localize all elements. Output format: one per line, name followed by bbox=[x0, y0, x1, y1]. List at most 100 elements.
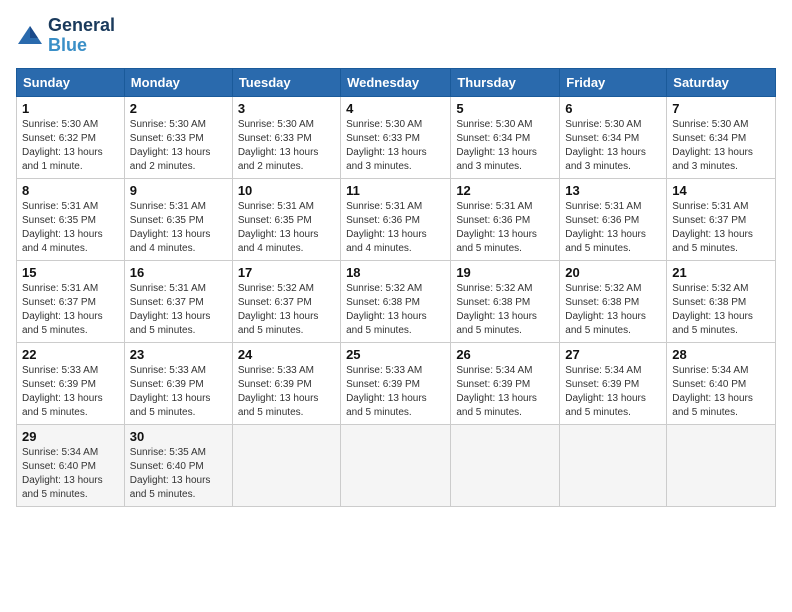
day-number: 5 bbox=[456, 101, 554, 116]
day-number: 26 bbox=[456, 347, 554, 362]
col-header-sunday: Sunday bbox=[17, 68, 125, 96]
col-header-tuesday: Tuesday bbox=[232, 68, 340, 96]
col-header-saturday: Saturday bbox=[667, 68, 776, 96]
day-number: 29 bbox=[22, 429, 119, 444]
cell-info: Sunrise: 5:33 AM Sunset: 6:39 PM Dayligh… bbox=[346, 364, 445, 420]
calendar-cell bbox=[667, 424, 776, 506]
cell-info: Sunrise: 5:30 AM Sunset: 6:33 PM Dayligh… bbox=[238, 118, 335, 174]
cell-info: Sunrise: 5:30 AM Sunset: 6:32 PM Dayligh… bbox=[22, 118, 119, 174]
calendar-week-4: 22 Sunrise: 5:33 AM Sunset: 6:39 PM Dayl… bbox=[17, 342, 776, 424]
cell-info: Sunrise: 5:33 AM Sunset: 6:39 PM Dayligh… bbox=[130, 364, 227, 420]
day-number: 21 bbox=[672, 265, 770, 280]
calendar-cell: 24 Sunrise: 5:33 AM Sunset: 6:39 PM Dayl… bbox=[232, 342, 340, 424]
day-number: 10 bbox=[238, 183, 335, 198]
page-header: General Blue bbox=[16, 16, 776, 56]
calendar-cell: 11 Sunrise: 5:31 AM Sunset: 6:36 PM Dayl… bbox=[341, 178, 451, 260]
col-header-monday: Monday bbox=[124, 68, 232, 96]
day-number: 28 bbox=[672, 347, 770, 362]
cell-info: Sunrise: 5:35 AM Sunset: 6:40 PM Dayligh… bbox=[130, 446, 227, 502]
calendar-cell: 27 Sunrise: 5:34 AM Sunset: 6:39 PM Dayl… bbox=[560, 342, 667, 424]
calendar-cell: 10 Sunrise: 5:31 AM Sunset: 6:35 PM Dayl… bbox=[232, 178, 340, 260]
calendar-week-5: 29 Sunrise: 5:34 AM Sunset: 6:40 PM Dayl… bbox=[17, 424, 776, 506]
calendar-cell: 14 Sunrise: 5:31 AM Sunset: 6:37 PM Dayl… bbox=[667, 178, 776, 260]
calendar-cell: 25 Sunrise: 5:33 AM Sunset: 6:39 PM Dayl… bbox=[341, 342, 451, 424]
calendar-cell: 5 Sunrise: 5:30 AM Sunset: 6:34 PM Dayli… bbox=[451, 96, 560, 178]
cell-info: Sunrise: 5:31 AM Sunset: 6:35 PM Dayligh… bbox=[22, 200, 119, 256]
day-number: 3 bbox=[238, 101, 335, 116]
day-number: 17 bbox=[238, 265, 335, 280]
calendar-cell: 26 Sunrise: 5:34 AM Sunset: 6:39 PM Dayl… bbox=[451, 342, 560, 424]
cell-info: Sunrise: 5:33 AM Sunset: 6:39 PM Dayligh… bbox=[22, 364, 119, 420]
day-number: 27 bbox=[565, 347, 661, 362]
calendar-cell: 19 Sunrise: 5:32 AM Sunset: 6:38 PM Dayl… bbox=[451, 260, 560, 342]
col-header-wednesday: Wednesday bbox=[341, 68, 451, 96]
cell-info: Sunrise: 5:34 AM Sunset: 6:39 PM Dayligh… bbox=[565, 364, 661, 420]
cell-info: Sunrise: 5:31 AM Sunset: 6:37 PM Dayligh… bbox=[130, 282, 227, 338]
calendar-cell: 15 Sunrise: 5:31 AM Sunset: 6:37 PM Dayl… bbox=[17, 260, 125, 342]
calendar-cell bbox=[232, 424, 340, 506]
day-number: 12 bbox=[456, 183, 554, 198]
calendar-cell: 20 Sunrise: 5:32 AM Sunset: 6:38 PM Dayl… bbox=[560, 260, 667, 342]
day-number: 23 bbox=[130, 347, 227, 362]
cell-info: Sunrise: 5:31 AM Sunset: 6:37 PM Dayligh… bbox=[22, 282, 119, 338]
calendar-week-2: 8 Sunrise: 5:31 AM Sunset: 6:35 PM Dayli… bbox=[17, 178, 776, 260]
calendar-cell: 2 Sunrise: 5:30 AM Sunset: 6:33 PM Dayli… bbox=[124, 96, 232, 178]
day-number: 25 bbox=[346, 347, 445, 362]
calendar-cell: 12 Sunrise: 5:31 AM Sunset: 6:36 PM Dayl… bbox=[451, 178, 560, 260]
calendar-cell: 3 Sunrise: 5:30 AM Sunset: 6:33 PM Dayli… bbox=[232, 96, 340, 178]
cell-info: Sunrise: 5:32 AM Sunset: 6:38 PM Dayligh… bbox=[346, 282, 445, 338]
calendar-cell: 9 Sunrise: 5:31 AM Sunset: 6:35 PM Dayli… bbox=[124, 178, 232, 260]
day-number: 9 bbox=[130, 183, 227, 198]
calendar-week-3: 15 Sunrise: 5:31 AM Sunset: 6:37 PM Dayl… bbox=[17, 260, 776, 342]
cell-info: Sunrise: 5:32 AM Sunset: 6:38 PM Dayligh… bbox=[672, 282, 770, 338]
calendar-cell: 7 Sunrise: 5:30 AM Sunset: 6:34 PM Dayli… bbox=[667, 96, 776, 178]
day-number: 24 bbox=[238, 347, 335, 362]
calendar-week-1: 1 Sunrise: 5:30 AM Sunset: 6:32 PM Dayli… bbox=[17, 96, 776, 178]
cell-info: Sunrise: 5:34 AM Sunset: 6:39 PM Dayligh… bbox=[456, 364, 554, 420]
calendar-cell: 1 Sunrise: 5:30 AM Sunset: 6:32 PM Dayli… bbox=[17, 96, 125, 178]
day-number: 15 bbox=[22, 265, 119, 280]
cell-info: Sunrise: 5:33 AM Sunset: 6:39 PM Dayligh… bbox=[238, 364, 335, 420]
day-number: 2 bbox=[130, 101, 227, 116]
col-header-thursday: Thursday bbox=[451, 68, 560, 96]
cell-info: Sunrise: 5:31 AM Sunset: 6:35 PM Dayligh… bbox=[130, 200, 227, 256]
calendar-cell: 23 Sunrise: 5:33 AM Sunset: 6:39 PM Dayl… bbox=[124, 342, 232, 424]
calendar-cell: 8 Sunrise: 5:31 AM Sunset: 6:35 PM Dayli… bbox=[17, 178, 125, 260]
cell-info: Sunrise: 5:31 AM Sunset: 6:36 PM Dayligh… bbox=[346, 200, 445, 256]
calendar-cell: 17 Sunrise: 5:32 AM Sunset: 6:37 PM Dayl… bbox=[232, 260, 340, 342]
cell-info: Sunrise: 5:30 AM Sunset: 6:34 PM Dayligh… bbox=[565, 118, 661, 174]
calendar-cell: 6 Sunrise: 5:30 AM Sunset: 6:34 PM Dayli… bbox=[560, 96, 667, 178]
cell-info: Sunrise: 5:31 AM Sunset: 6:36 PM Dayligh… bbox=[565, 200, 661, 256]
cell-info: Sunrise: 5:34 AM Sunset: 6:40 PM Dayligh… bbox=[22, 446, 119, 502]
cell-info: Sunrise: 5:34 AM Sunset: 6:40 PM Dayligh… bbox=[672, 364, 770, 420]
day-number: 7 bbox=[672, 101, 770, 116]
logo-icon bbox=[16, 22, 44, 50]
calendar-cell: 13 Sunrise: 5:31 AM Sunset: 6:36 PM Dayl… bbox=[560, 178, 667, 260]
cell-info: Sunrise: 5:30 AM Sunset: 6:33 PM Dayligh… bbox=[346, 118, 445, 174]
cell-info: Sunrise: 5:31 AM Sunset: 6:35 PM Dayligh… bbox=[238, 200, 335, 256]
col-header-friday: Friday bbox=[560, 68, 667, 96]
logo: General Blue bbox=[16, 16, 115, 56]
calendar-cell: 22 Sunrise: 5:33 AM Sunset: 6:39 PM Dayl… bbox=[17, 342, 125, 424]
day-number: 6 bbox=[565, 101, 661, 116]
day-number: 22 bbox=[22, 347, 119, 362]
day-number: 4 bbox=[346, 101, 445, 116]
calendar-cell bbox=[341, 424, 451, 506]
day-number: 13 bbox=[565, 183, 661, 198]
cell-info: Sunrise: 5:32 AM Sunset: 6:38 PM Dayligh… bbox=[565, 282, 661, 338]
cell-info: Sunrise: 5:30 AM Sunset: 6:34 PM Dayligh… bbox=[672, 118, 770, 174]
day-number: 14 bbox=[672, 183, 770, 198]
calendar-cell bbox=[451, 424, 560, 506]
calendar-cell bbox=[560, 424, 667, 506]
calendar-cell: 16 Sunrise: 5:31 AM Sunset: 6:37 PM Dayl… bbox=[124, 260, 232, 342]
day-number: 20 bbox=[565, 265, 661, 280]
cell-info: Sunrise: 5:32 AM Sunset: 6:38 PM Dayligh… bbox=[456, 282, 554, 338]
day-number: 1 bbox=[22, 101, 119, 116]
calendar: SundayMondayTuesdayWednesdayThursdayFrid… bbox=[16, 68, 776, 507]
calendar-cell: 30 Sunrise: 5:35 AM Sunset: 6:40 PM Dayl… bbox=[124, 424, 232, 506]
logo-text: General Blue bbox=[48, 16, 115, 56]
day-number: 11 bbox=[346, 183, 445, 198]
cell-info: Sunrise: 5:30 AM Sunset: 6:34 PM Dayligh… bbox=[456, 118, 554, 174]
day-number: 18 bbox=[346, 265, 445, 280]
calendar-cell: 21 Sunrise: 5:32 AM Sunset: 6:38 PM Dayl… bbox=[667, 260, 776, 342]
